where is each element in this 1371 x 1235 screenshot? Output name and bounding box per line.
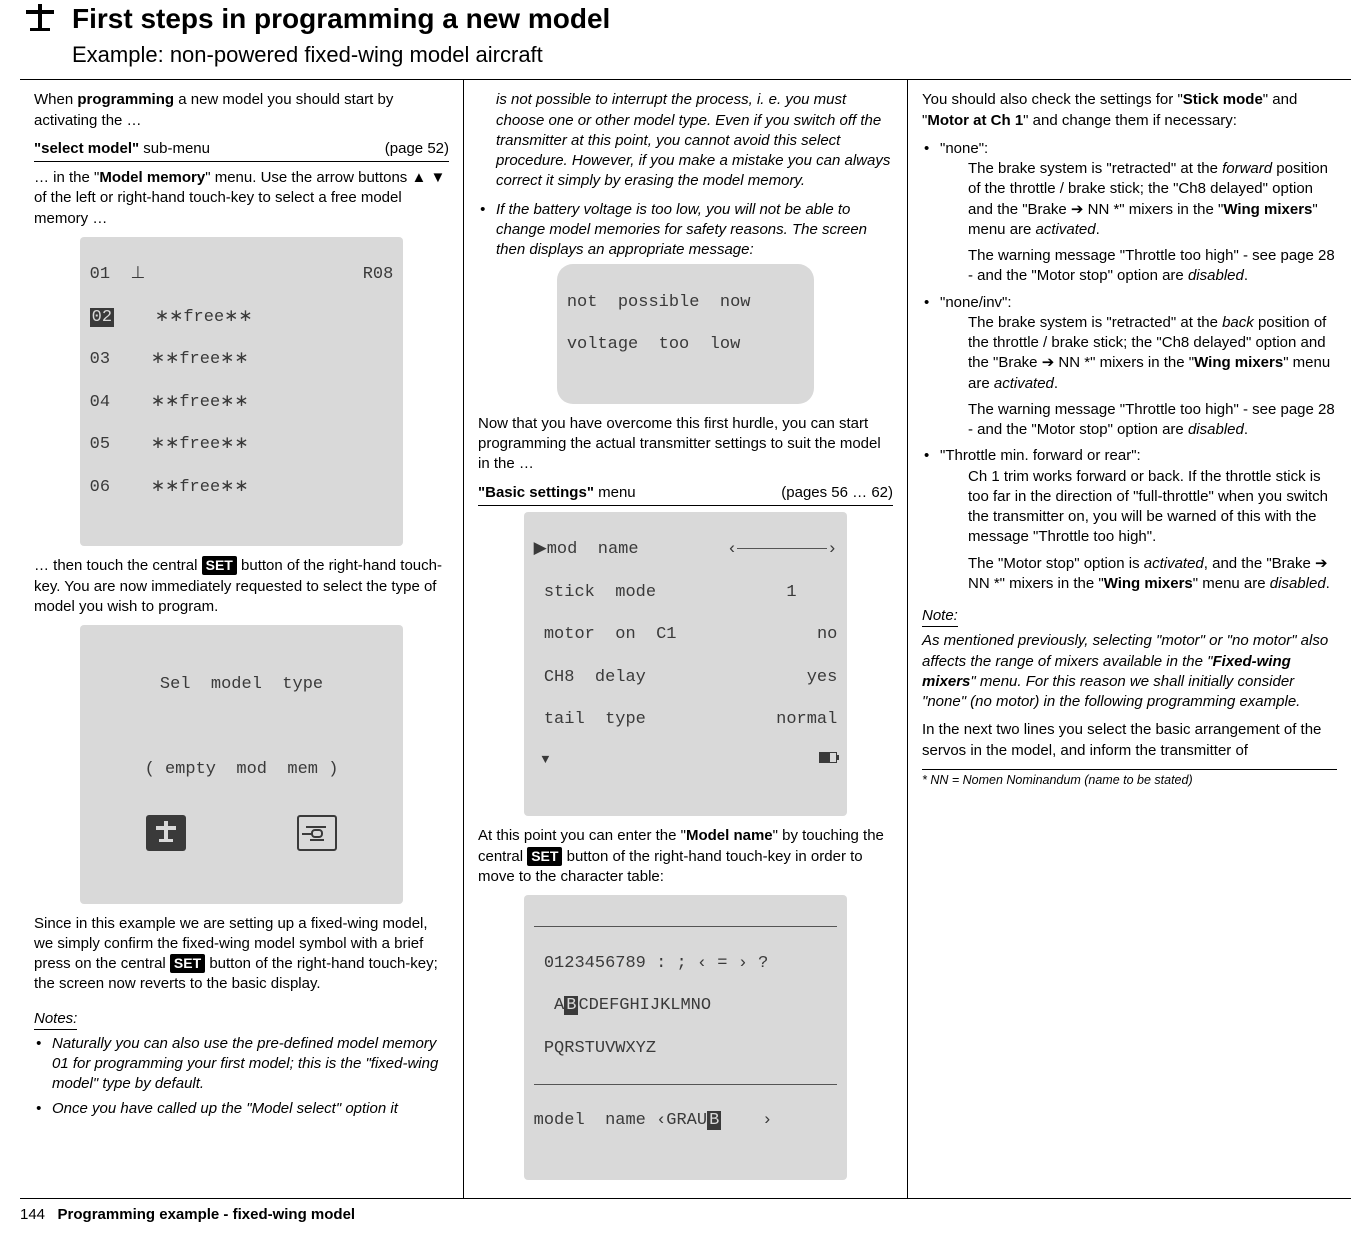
column-3: You should also check the settings for "… (907, 80, 1351, 1198)
col2-p2: Now that you have overcome this first hu… (478, 414, 893, 475)
battery-icon (819, 752, 837, 763)
col3-note: As mentioned previously, selecting "moto… (922, 631, 1337, 712)
footnote: * NN = Nomen Nominandum (name to be stat… (922, 769, 1337, 789)
col1-p2: … in the "Model memory" menu. Use the ar… (34, 168, 449, 229)
list-item: "none/inv": The brake system is "retract… (922, 293, 1337, 441)
subhead-basic-settings: "Basic settings" menu (pages 56 … 62) (478, 483, 893, 506)
lcd-char-table: 0123456789 : ; ‹ = › ? ABCDEFGHIJKLMNO P… (524, 895, 848, 1180)
down-arrow-icon: ▼ (534, 752, 550, 768)
note-heading: Note: (922, 606, 958, 627)
lcd-model-type: Sel model type ( empty mod mem ) (80, 625, 404, 904)
col1-intro: When programming a new model you should … (34, 90, 449, 131)
col1-p3: … then touch the central SET button of t… (34, 556, 449, 617)
note-item: If the battery voltage is too low, you w… (478, 200, 893, 261)
notes-heading: Notes: (34, 1009, 77, 1030)
note-item: Naturally you can also use the pre-defin… (34, 1034, 449, 1095)
col1-p4: Since in this example we are setting up … (34, 914, 449, 995)
set-button-icon: SET (527, 847, 562, 866)
column-2: is not possible to interrupt the process… (463, 80, 907, 1198)
column-1: When programming a new model you should … (20, 80, 463, 1198)
note-item: Once you have called up the "Model selec… (34, 1099, 449, 1119)
set-button-icon: SET (170, 954, 205, 973)
set-button-icon: SET (202, 556, 237, 575)
col3-last: In the next two lines you select the bas… (922, 720, 1337, 761)
list-item: "none": The brake system is "retracted" … (922, 139, 1337, 287)
page-subtitle: Example: non-powered fixed-wing model ai… (72, 40, 1351, 70)
col2-p3: At this point you can enter the "Model n… (478, 826, 893, 887)
col3-p1: You should also check the settings for "… (922, 90, 1337, 131)
lcd-voltage-warning: not possible now voltage too low (557, 264, 814, 404)
page-title: First steps in programming a new model (72, 0, 610, 38)
subhead-select-model: "select model" sub-menu (page 52) (34, 139, 449, 162)
col2-cont: is not possible to interrupt the process… (478, 90, 893, 191)
fixed-wing-model-icon (146, 815, 186, 851)
lcd-model-list: 01 ⊥R08 02 ∗∗free∗∗ 03 ∗∗free∗∗ 04 ∗∗fre… (80, 237, 404, 547)
fixed-wing-glyph-icon: ⊥ (130, 265, 145, 284)
page-footer: 144 Programming example - fixed-wing mod… (20, 1199, 1351, 1225)
helicopter-model-icon (297, 815, 337, 851)
fixed-wing-icon (20, 4, 60, 36)
list-item: "Throttle min. forward or rear": Ch 1 tr… (922, 446, 1337, 594)
lcd-basic-settings: ▶mod name‹› stick mode1 motor on C1no CH… (524, 512, 848, 817)
